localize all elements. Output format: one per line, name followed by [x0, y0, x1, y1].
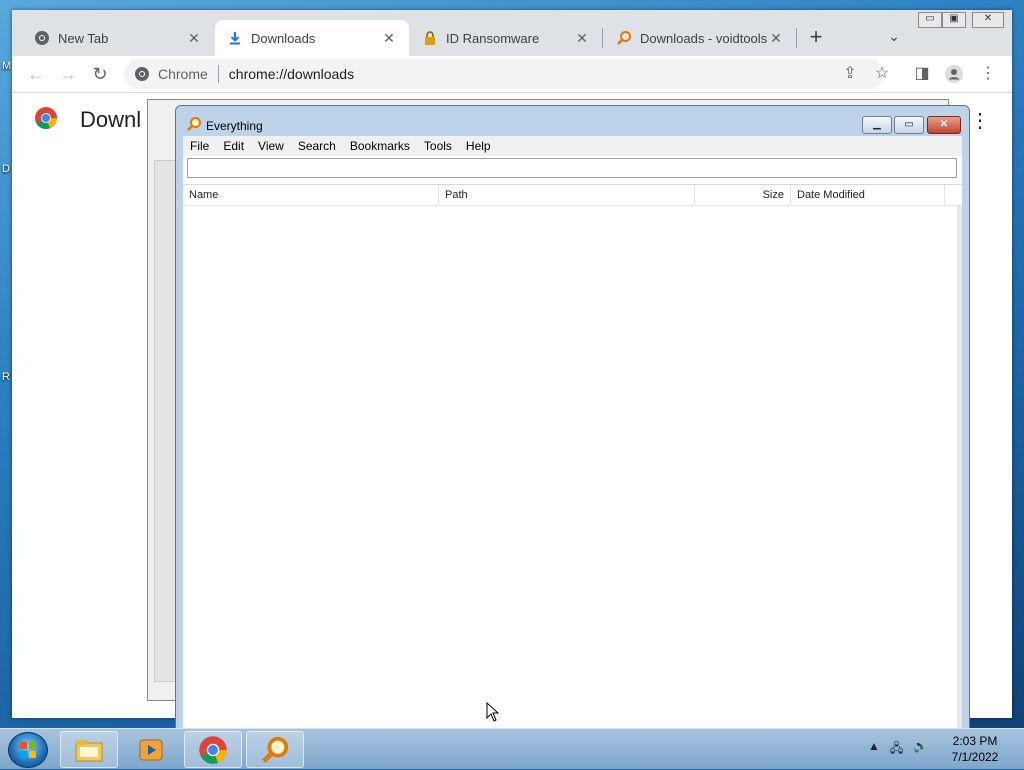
everything-icon[interactable]: [246, 731, 304, 768]
close-button[interactable]: ✕: [972, 12, 1004, 28]
column-header-name[interactable]: Name: [183, 185, 439, 205]
menu-bookmarks[interactable]: Bookmarks: [343, 139, 417, 153]
tab-label: Downloads: [251, 30, 316, 46]
forward-icon[interactable]: →: [56, 62, 80, 86]
magnifier-icon: [616, 30, 632, 46]
clock-date: 7/1/2022: [951, 750, 999, 764]
scrollbar[interactable]: [957, 205, 962, 731]
url-text[interactable]: chrome://downloads: [229, 66, 354, 82]
minimize-button[interactable]: ▭: [918, 12, 942, 28]
chrome-icon[interactable]: [184, 731, 242, 768]
chevron-down-icon[interactable]: ⌄: [884, 28, 904, 48]
system-tray: ▲ 🖧 🔊: [868, 739, 928, 760]
window-title-bar: Everything: [186, 116, 263, 135]
reload-icon[interactable]: ↻: [88, 62, 112, 86]
everything-icon: [186, 116, 202, 135]
tab-downloads-voidtools[interactable]: Downloads - voidtools ✕: [604, 20, 796, 56]
window-title: Everything: [206, 118, 263, 133]
media-player-icon[interactable]: [122, 731, 180, 768]
chrome-logo-icon: [34, 106, 58, 133]
menu-file[interactable]: File: [183, 139, 216, 153]
menu-help[interactable]: Help: [459, 139, 498, 153]
menu-bar: File Edit View Search Bookmarks Tools He…: [183, 136, 962, 156]
file-explorer-icon[interactable]: [60, 731, 118, 768]
clock[interactable]: 2:03 PM 7/1/2022: [940, 733, 1010, 765]
volume-icon[interactable]: 🔊: [913, 739, 928, 760]
close-button[interactable]: ✕: [927, 116, 961, 134]
menu-icon[interactable]: ⋮: [978, 64, 998, 84]
close-icon[interactable]: ✕: [768, 30, 784, 47]
clock-time: 2:03 PM: [952, 734, 998, 748]
tab-new-tab[interactable]: New Tab ✕: [22, 20, 214, 56]
desktop-icon-label[interactable]: M: [2, 60, 11, 72]
page-header: Downl: [34, 106, 141, 133]
everything-client-area: File Edit View Search Bookmarks Tools He…: [183, 136, 962, 731]
download-icon: [227, 30, 243, 46]
minimize-button[interactable]: ▁: [862, 116, 892, 134]
mouse-pointer-icon: [486, 701, 500, 725]
share-icon[interactable]: ⇪: [840, 64, 860, 84]
tab-label: ID Ransomware: [446, 30, 540, 46]
column-header-path[interactable]: Path: [439, 185, 695, 205]
close-icon[interactable]: ✕: [381, 30, 397, 47]
close-icon[interactable]: ✕: [574, 30, 590, 47]
tab-strip: New Tab ✕ Downloads ✕ ID Ransomware ✕ Do…: [12, 10, 1012, 56]
page-title: Downl: [80, 106, 142, 132]
maximize-button[interactable]: ▣: [942, 12, 966, 28]
divider: [217, 65, 219, 83]
maximize-button[interactable]: ▭: [894, 116, 924, 134]
everything-window: Everything ▁ ▭ ✕ File Edit View Search B…: [175, 105, 970, 732]
column-header-size[interactable]: Size: [695, 185, 791, 205]
browser-toolbar: ← → ↻ Chrome chrome://downloads ⇪ ☆ ◨ ⋮: [12, 56, 1012, 93]
taskbar: ▲ 🖧 🔊 2:03 PM 7/1/2022: [0, 728, 1024, 769]
show-hidden-icons-icon[interactable]: ▲: [868, 739, 880, 760]
menu-search[interactable]: Search: [291, 139, 343, 153]
column-header-date-modified[interactable]: Date Modified: [791, 185, 945, 205]
lock-icon: [422, 30, 438, 46]
desktop-icon-label[interactable]: D: [2, 163, 10, 175]
back-icon[interactable]: ←: [24, 62, 48, 86]
tab-separator: [602, 28, 603, 48]
desktop-icon-label[interactable]: R: [2, 371, 10, 383]
star-icon[interactable]: ☆: [872, 64, 892, 84]
more-actions-icon[interactable]: ⋮: [970, 108, 990, 133]
start-button[interactable]: [8, 732, 48, 768]
menu-edit[interactable]: Edit: [216, 139, 251, 153]
menu-view[interactable]: View: [251, 139, 291, 153]
tab-downloads[interactable]: Downloads ✕: [215, 20, 409, 56]
tab-label: New Tab: [58, 30, 109, 46]
menu-tools[interactable]: Tools: [417, 139, 459, 153]
side-panel-icon[interactable]: ◨: [912, 64, 932, 84]
close-icon[interactable]: ✕: [186, 30, 202, 47]
new-tab-button[interactable]: +: [804, 26, 828, 50]
search-input[interactable]: [187, 158, 957, 178]
network-icon[interactable]: 🖧: [890, 739, 903, 760]
column-header-row: Name Path Size Date Modified: [183, 184, 962, 206]
site-chip: Chrome: [158, 66, 208, 82]
tab-separator: [796, 28, 797, 48]
chrome-icon: [34, 30, 50, 46]
tab-id-ransomware[interactable]: ID Ransomware ✕: [410, 20, 602, 56]
tab-label: Downloads - voidtools: [640, 30, 768, 46]
profile-icon[interactable]: [944, 64, 964, 84]
chrome-icon: [134, 66, 150, 82]
address-bar[interactable]: Chrome chrome://downloads: [124, 59, 884, 89]
